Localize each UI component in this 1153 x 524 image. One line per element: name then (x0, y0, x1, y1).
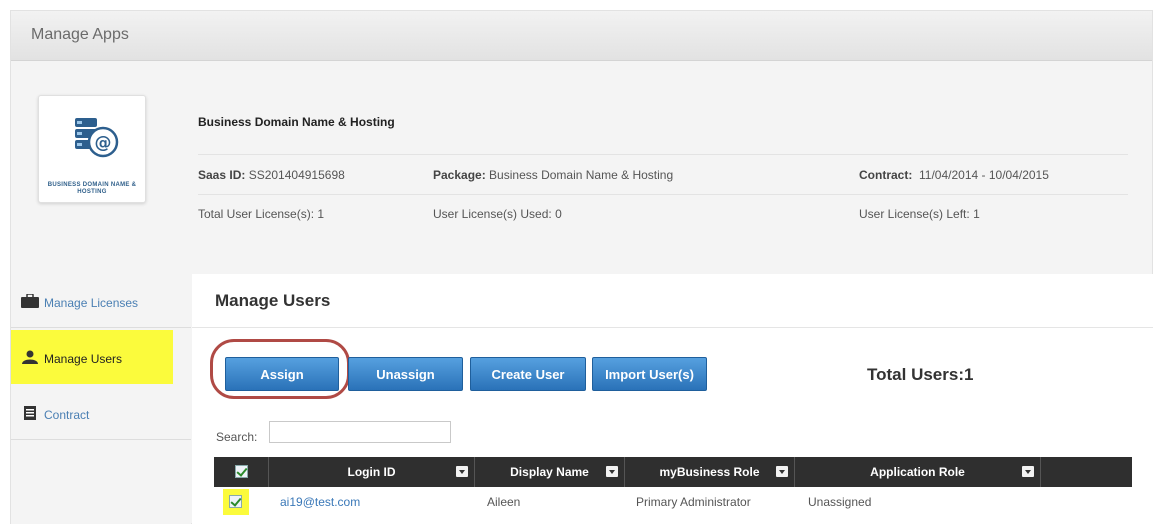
total-users-count: Total Users:1 (867, 365, 974, 384)
row-checkbox[interactable] (229, 495, 242, 508)
contract-dates: Contract: 11/04/2014 - 10/04/2015 (859, 168, 1049, 182)
briefcase-icon (21, 294, 39, 308)
search-input[interactable] (269, 421, 451, 443)
user-licenses-left: User License(s) Left: 1 (859, 207, 980, 221)
sidebar-item-contract[interactable]: Contract (11, 386, 191, 440)
app-logo: @ BUSINESS DOMAIN NAME & HOSTING (38, 95, 146, 203)
section-title: Manage Users (215, 291, 331, 310)
manage-users-panel: Manage Users Assign Unassign Create User… (192, 274, 1153, 524)
checkbox-highlight (223, 489, 249, 515)
sidebar: Manage Licenses Manage Users Contract (11, 274, 191, 524)
user-icon (22, 350, 38, 364)
sidebar-item-manage-users[interactable]: Manage Users (11, 330, 173, 384)
sidebar-item-label: Manage Users (44, 352, 123, 366)
column-header-display-name[interactable]: Display Name (475, 457, 625, 487)
users-table: Login ID Display Name myBusiness Role Ap… (214, 457, 1132, 517)
select-all-checkbox[interactable] (235, 465, 248, 478)
app-name: Business Domain Name & Hosting (198, 115, 395, 129)
chevron-down-icon[interactable] (1022, 466, 1034, 477)
chevron-down-icon[interactable] (606, 466, 618, 477)
svg-text:@: @ (95, 133, 112, 153)
sidebar-item-label: Contract (44, 408, 90, 422)
search-label: Search: (216, 430, 258, 444)
application-role-cell: Unassigned (808, 495, 872, 509)
assign-button[interactable]: Assign (225, 357, 339, 391)
logo-caption: BUSINESS DOMAIN NAME & HOSTING (47, 182, 137, 195)
total-user-licenses: Total User License(s): 1 (198, 207, 325, 221)
column-header-mybusiness-role[interactable]: myBusiness Role (625, 457, 795, 487)
select-all-cell (214, 457, 269, 487)
divider (198, 154, 1128, 155)
page-title: Manage Apps (31, 26, 129, 43)
display-name-cell: Aileen (487, 495, 521, 509)
sidebar-item-manage-licenses[interactable]: Manage Licenses (11, 274, 191, 328)
package: Package: Business Domain Name & Hosting (433, 168, 674, 182)
document-icon (24, 406, 36, 420)
login-id-link[interactable]: ai19@test.com (280, 495, 360, 509)
login-id-cell[interactable]: ai19@test.com (280, 487, 360, 517)
unassign-button[interactable]: Unassign (348, 357, 463, 391)
saas-id: Saas ID: SS201404915698 (198, 168, 345, 182)
column-header-login-id[interactable]: Login ID (269, 457, 475, 487)
mybusiness-role-cell: Primary Administrator (636, 495, 751, 509)
column-header-application-role[interactable]: Application Role (795, 457, 1041, 487)
server-at-icon: @ (75, 118, 119, 158)
divider (198, 194, 1128, 195)
create-user-button[interactable]: Create User (470, 357, 586, 391)
header-bar: Manage Apps (11, 11, 1152, 61)
chevron-down-icon[interactable] (776, 466, 788, 477)
user-licenses-used: User License(s) Used: 0 (433, 207, 562, 221)
manage-apps-panel: Manage Apps @ BUSINESS DOMAIN NAME & HOS… (10, 10, 1153, 524)
import-users-button[interactable]: Import User(s) (592, 357, 707, 391)
table-row: ai19@test.com Aileen Primary Administrat… (214, 487, 1132, 517)
table-header: Login ID Display Name myBusiness Role Ap… (214, 457, 1132, 487)
sidebar-item-label: Manage Licenses (44, 296, 139, 310)
chevron-down-icon[interactable] (456, 466, 468, 477)
divider (192, 327, 1153, 328)
